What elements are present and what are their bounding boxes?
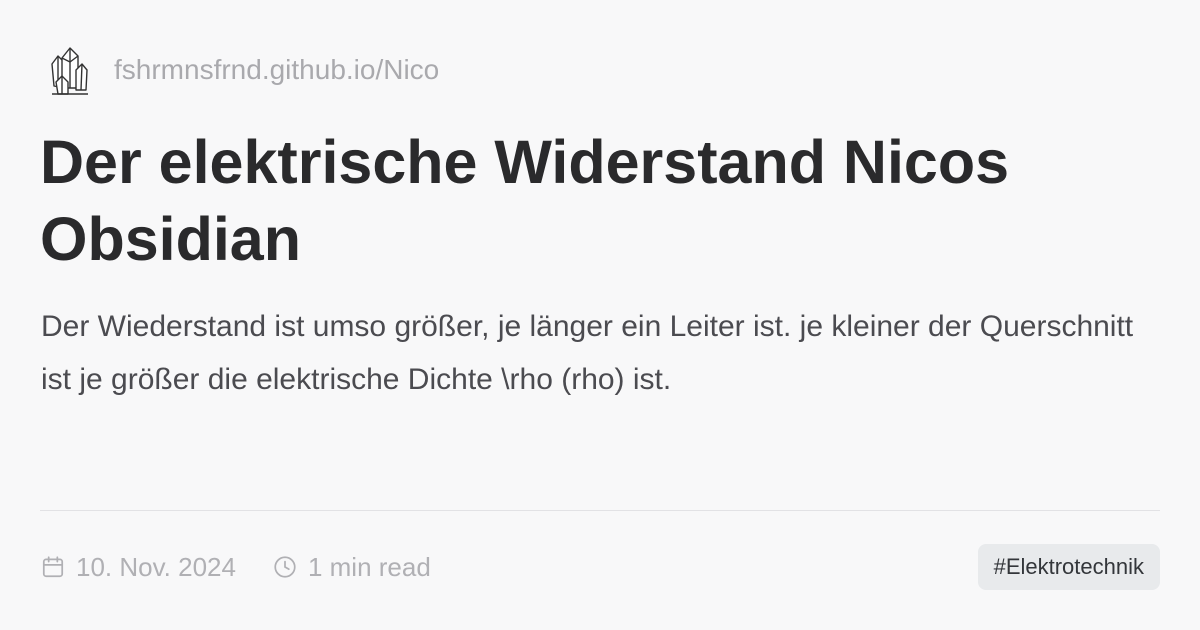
publish-date-text: 10. Nov. 2024 — [76, 551, 236, 582]
clock-icon — [274, 556, 296, 578]
og-preview-card: fshrmnsfrnd.github.io/Nico Der elektrisc… — [0, 0, 1200, 630]
page-title: Der elektrische Widerstand Nicos Obsidia… — [40, 128, 1010, 273]
reading-time: 1 min read — [272, 552, 431, 583]
page-description: Der Wiederstand ist umso größer, je läng… — [41, 310, 1134, 396]
crystal-icon — [51, 47, 88, 95]
site-url[interactable]: fshrmnsfrnd.github.io/Nico — [114, 54, 439, 86]
calendar-icon — [42, 556, 64, 578]
publish-date: 10. Nov. 2024 — [40, 552, 236, 583]
site-header[interactable]: fshrmnsfrnd.github.io/Nico — [46, 40, 439, 100]
article-meta: 10. Nov. 2024 1 min read — [40, 544, 431, 590]
divider — [40, 510, 1160, 511]
tag-elektrotechnik[interactable]: #Elektrotechnik — [977, 544, 1160, 590]
reading-time-text: 1 min read — [307, 551, 431, 582]
